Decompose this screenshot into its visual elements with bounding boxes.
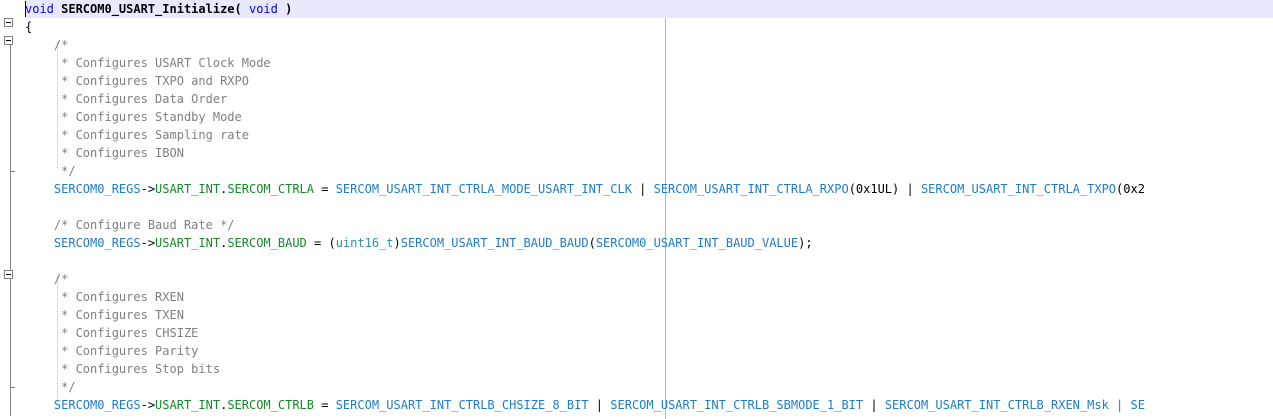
code-token: USART_INT	[155, 236, 221, 250]
code-token: (0x1UL)	[848, 182, 900, 196]
code-line[interactable]: SERCOM0_REGS->USART_INT.SERCOM_BAUD = (u…	[25, 234, 813, 252]
code-line[interactable]: * Configures Standby Mode	[25, 108, 242, 126]
code-editor[interactable]: void SERCOM0_USART_Initialize( void ) { /…	[0, 0, 1273, 419]
code-token: * Configures TXPO and RXPO	[25, 74, 249, 88]
code-token: )	[277, 2, 293, 16]
fold-end-marker	[10, 387, 15, 388]
code-token: /*	[25, 38, 69, 52]
code-token: /*	[25, 272, 69, 286]
code-line[interactable]: * Configures IBON	[25, 144, 184, 162]
fold-gutter	[0, 0, 22, 419]
code-line[interactable]: SERCOM0_REGS->USART_INT.SERCOM_CTRLB = S…	[25, 396, 1145, 414]
code-token: |	[631, 182, 654, 196]
code-token: * Configures TXEN	[25, 308, 184, 322]
code-token: SERCOM0_USART_Initialize(	[53, 2, 249, 16]
text-caret	[25, 1, 26, 17]
code-line[interactable]: * Configures TXPO and RXPO	[25, 72, 249, 90]
fold-line	[10, 44, 11, 416]
code-token: * Configures CHSIZE	[25, 326, 199, 340]
code-token: USART_INT	[155, 182, 221, 196]
code-token: (	[588, 236, 596, 250]
code-token: SERCOM_USART_INT_CTRLB_SBMODE_1_BIT	[610, 398, 864, 412]
code-token: );	[798, 236, 813, 250]
code-token: SERCOM_USART_INT_BAUD_BAUD	[400, 236, 589, 250]
code-token: SERCOM_USART_INT_CTRLA_TXPO	[920, 182, 1117, 196]
code-token: SERCOM0_REGS	[25, 398, 141, 412]
code-token: * Configures Standby Mode	[25, 110, 242, 124]
code-token: = (	[306, 236, 336, 250]
code-line[interactable]: * Configures Data Order	[25, 90, 227, 108]
code-token: | SE	[1108, 398, 1145, 412]
code-token: SERCOM_BAUD	[227, 236, 307, 250]
code-token: SERCOM0_USART_INT_BAUD_VALUE	[595, 236, 799, 250]
code-token: ->	[140, 182, 156, 196]
code-token: SERCOM_USART_INT_CTRLA_MODE_USART_INT_CL…	[335, 182, 632, 196]
code-line[interactable]: * Configures Parity	[25, 342, 198, 360]
code-token: * Configures USART Clock Mode	[25, 56, 271, 70]
code-token: */	[25, 380, 76, 394]
code-token: void	[248, 2, 278, 16]
code-line[interactable]: /*	[25, 270, 68, 288]
code-token: USART_INT	[155, 398, 221, 412]
code-line[interactable]: /*	[25, 36, 68, 54]
code-line[interactable]: */	[25, 378, 76, 396]
code-token: uint16_t	[335, 236, 394, 250]
code-token: SERCOM_CTRLA	[227, 182, 315, 196]
code-token: SERCOM_USART_INT_CTRLB_RXEN_Msk	[884, 398, 1109, 412]
code-token: ->	[140, 398, 156, 412]
code-line[interactable]: */	[25, 162, 76, 180]
code-line[interactable]: {	[25, 18, 32, 36]
code-line[interactable]: * Configures USART Clock Mode	[25, 54, 271, 72]
code-token: * Configures Parity	[25, 344, 199, 358]
code-line[interactable]: * Configures CHSIZE	[25, 324, 198, 342]
code-token: void	[25, 2, 54, 16]
code-token: * Configures IBON	[25, 146, 184, 160]
code-token: =	[314, 182, 336, 196]
code-token: =	[314, 398, 336, 412]
code-line[interactable]: * Configures TXEN	[25, 306, 184, 324]
fold-end-marker	[10, 171, 15, 172]
code-token: (0x2	[1116, 182, 1145, 196]
fold-collapse-icon[interactable]	[4, 270, 13, 279]
code-token: )	[393, 236, 401, 250]
code-line[interactable]: * Configures Stop bits	[25, 360, 220, 378]
code-token: */	[25, 164, 76, 178]
code-token: * Configures Sampling rate	[25, 128, 249, 142]
code-token: |	[588, 398, 611, 412]
code-line[interactable]: /* Configure Baud Rate */	[25, 216, 235, 234]
code-token: |	[863, 398, 885, 412]
code-token: SERCOM0_REGS	[25, 182, 141, 196]
code-token: ->	[140, 236, 156, 250]
code-token: /* Configure Baud Rate */	[25, 218, 235, 232]
code-token: SERCOM_USART_INT_CTRLB_CHSIZE_8_BIT	[335, 398, 589, 412]
code-token: {	[25, 20, 33, 34]
code-token: SERCOM_CTRLB	[227, 398, 315, 412]
code-token: SERCOM0_REGS	[25, 236, 141, 250]
code-token: * Configures Data Order	[25, 92, 228, 106]
code-line[interactable]: * Configures Sampling rate	[25, 126, 249, 144]
code-line[interactable]: * Configures RXEN	[25, 288, 184, 306]
code-token: * Configures RXEN	[25, 290, 184, 304]
code-line[interactable]: void SERCOM0_USART_Initialize( void )	[25, 0, 1273, 18]
fold-collapse-icon[interactable]	[4, 18, 13, 27]
fold-collapse-icon[interactable]	[4, 36, 13, 45]
code-token: |	[899, 182, 921, 196]
code-line[interactable]: SERCOM0_REGS->USART_INT.SERCOM_CTRLA = S…	[25, 180, 1145, 198]
code-token: * Configures Stop bits	[25, 362, 221, 376]
code-area[interactable]: void SERCOM0_USART_Initialize( void ) { /…	[25, 0, 1273, 419]
code-token: SERCOM_USART_INT_CTRLA_RXPO	[653, 182, 849, 196]
